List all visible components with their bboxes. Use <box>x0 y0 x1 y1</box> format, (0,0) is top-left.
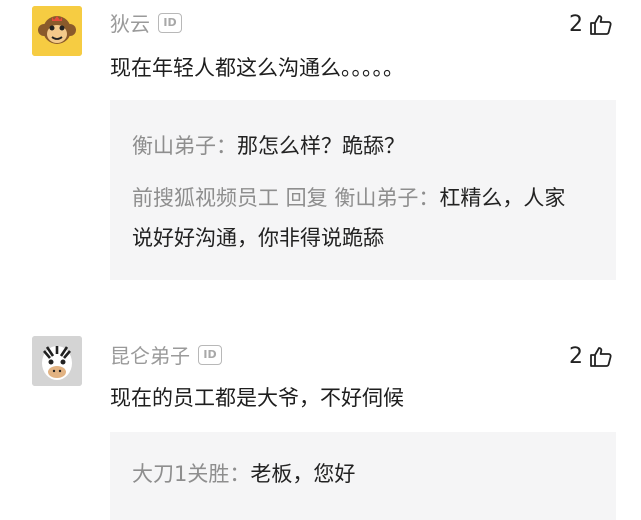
reply-text: 那怎么样？跪舔？ <box>237 134 405 158</box>
like-button[interactable]: 2 <box>569 344 613 369</box>
comment-item: 狄云 ID 2 现在年轻人都这么沟通么。。。。。 衡山弟子：那怎么样？跪舔？ 前… <box>0 0 641 300</box>
reply-item[interactable]: 衡山弟子：那怎么样？跪舔？ <box>132 126 576 166</box>
like-button[interactable]: 2 <box>569 12 613 37</box>
thumbs-up-icon <box>590 14 612 35</box>
reply-user[interactable]: 衡山弟子： <box>132 134 237 158</box>
comment-author[interactable]: 昆仑弟子 ID <box>110 340 222 369</box>
id-badge-icon: ID <box>198 344 222 365</box>
thumbs-up-icon <box>590 346 612 367</box>
replies-box: 衡山弟子：那怎么样？跪舔？ 前搜狐视频员工 回复 衡山弟子：杠精么，人家说好好沟… <box>110 100 616 280</box>
monkey-face-icon <box>32 6 82 56</box>
reply-item[interactable]: 前搜狐视频员工 回复 衡山弟子：杠精么，人家说好好沟通，你非得说跪舔 <box>132 178 576 258</box>
id-badge-icon: ID <box>158 12 182 33</box>
author-name[interactable]: 狄云 <box>110 8 150 37</box>
reply-item[interactable]: 大刀1关胜：老板，您好 <box>132 454 576 494</box>
zebra-face-icon <box>32 336 82 386</box>
author-name[interactable]: 昆仑弟子 <box>110 340 190 369</box>
reply-user[interactable]: 大刀1关胜： <box>132 462 250 486</box>
comment-item: 昆仑弟子 ID 2 现在的员工都是大爷，不好伺候 大刀1关胜：老板，您好 <box>0 300 641 520</box>
comment-text: 现在的员工都是大爷，不好伺候 <box>110 386 404 410</box>
reply-user[interactable]: 前搜狐视频员工 回复 衡山弟子： <box>132 186 439 210</box>
replies-box: 大刀1关胜：老板，您好 <box>110 432 616 520</box>
avatar[interactable] <box>32 6 82 56</box>
like-count: 2 <box>569 12 583 37</box>
comment-author[interactable]: 狄云 ID <box>110 8 182 37</box>
like-count: 2 <box>569 344 583 369</box>
reply-text: 老板，您好 <box>250 462 356 486</box>
avatar[interactable] <box>32 336 82 386</box>
comment-text: 现在年轻人都这么沟通么。。。。。 <box>110 56 404 80</box>
